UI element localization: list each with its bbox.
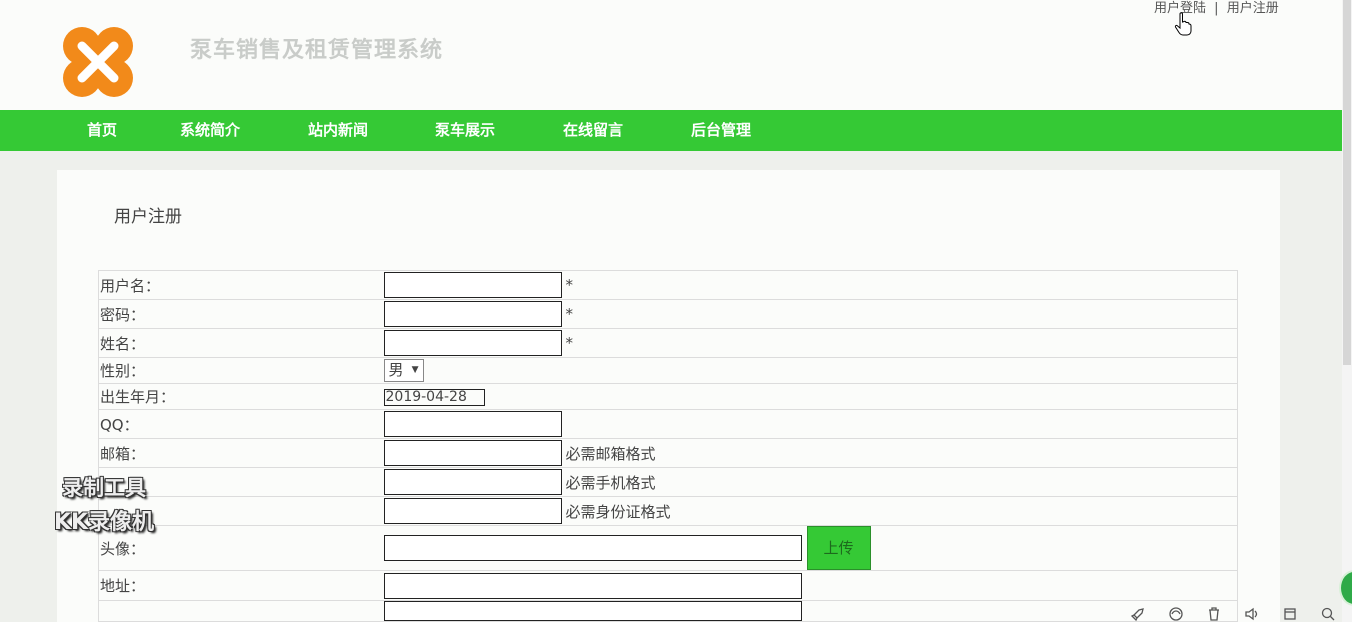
required-mark: * (565, 276, 574, 294)
nav-admin[interactable]: 后台管理 (691, 110, 751, 151)
partial-input[interactable] (383, 601, 802, 621)
form-row-avatar: 头像： 上传 (98, 525, 1238, 571)
nav-pump-truck-showcase[interactable]: 泵车展示 (435, 110, 495, 151)
form-row-phone: 必需手机格式 (98, 467, 1238, 497)
nav-online-message[interactable]: 在线留言 (563, 110, 623, 151)
form-row-email: 邮箱： 必需邮箱格式 (98, 438, 1238, 468)
search-icon[interactable] (1320, 606, 1336, 622)
birth-label: 出生年月： (98, 383, 384, 410)
name-input[interactable] (383, 330, 562, 356)
main-nav: 首页 系统简介 站内新闻 泵车展示 在线留言 后台管理 (0, 110, 1342, 151)
nav-home[interactable]: 首页 (87, 110, 117, 151)
recorder-toolbar (1120, 604, 1340, 622)
top-links: 用户登陆 | 用户注册 (1154, 0, 1279, 16)
registration-form: 用户名： * 密码： * 姓名： * 性别： 男 ▼ 出生年月： 2019-04-… (98, 270, 1238, 622)
site-header: 泵车销售及租赁管理系统 (0, 0, 1342, 110)
gender-label: 性别： (98, 357, 384, 384)
form-row-address: 地址： (98, 570, 1238, 601)
window-icon[interactable] (1282, 606, 1298, 622)
watermark-line2: KK录像机 (53, 510, 155, 535)
dropdown-arrow-icon: ▼ (411, 365, 419, 375)
trash-icon[interactable] (1206, 606, 1222, 622)
partial-label (98, 600, 384, 622)
link-separator: | (1214, 1, 1219, 16)
form-row-birth: 出生年月： 2019-04-28 (98, 383, 1238, 410)
form-row-username: 用户名： * (98, 270, 1238, 300)
password-label: 密码： (98, 299, 384, 329)
nav-system-intro[interactable]: 系统简介 (180, 110, 240, 151)
scrollbar-thumb[interactable] (1343, 0, 1351, 365)
form-row-password: 密码： * (98, 299, 1238, 329)
site-logo (63, 27, 133, 97)
form-row-qq: QQ： (98, 409, 1238, 439)
birth-date-input[interactable]: 2019-04-28 (383, 388, 485, 406)
avatar-input[interactable] (383, 535, 802, 561)
form-row-gender: 性别： 男 ▼ (98, 357, 1238, 384)
form-row-idcard: 必需身份证格式 (98, 496, 1238, 526)
register-link[interactable]: 用户注册 (1227, 1, 1279, 16)
watermark-line1: 录制工具 (62, 476, 146, 500)
nav-site-news[interactable]: 站内新闻 (308, 110, 368, 151)
form-row-name: 姓名： * (98, 328, 1238, 358)
required-mark: * (565, 305, 574, 323)
volume-icon[interactable] (1244, 606, 1260, 622)
password-input[interactable] (383, 301, 562, 327)
idcard-input[interactable] (383, 498, 562, 524)
phone-input[interactable] (383, 469, 562, 495)
address-input[interactable] (383, 572, 802, 599)
site-title: 泵车销售及租赁管理系统 (190, 37, 444, 63)
name-label: 姓名： (98, 328, 384, 358)
username-input[interactable] (383, 272, 562, 298)
gender-selected-value: 男 (388, 361, 404, 379)
email-input[interactable] (383, 440, 562, 466)
required-mark: * (565, 334, 574, 352)
upload-button[interactable]: 上传 (806, 526, 871, 570)
recorder-watermark: 录制工具 KK录像机 (34, 472, 174, 536)
address-label: 地址： (98, 570, 384, 601)
browser-icon[interactable] (1168, 606, 1184, 622)
username-label: 用户名： (98, 270, 384, 300)
idcard-hint: 必需身份证格式 (565, 502, 671, 521)
qq-label: QQ： (98, 409, 384, 439)
floating-badge-icon[interactable] (1339, 570, 1352, 606)
hand-cursor-icon (1174, 12, 1192, 36)
email-label: 邮箱： (98, 438, 384, 468)
qq-input[interactable] (383, 411, 562, 437)
gender-select[interactable]: 男 ▼ (383, 359, 424, 382)
phone-hint: 必需手机格式 (565, 473, 656, 492)
form-row-partial (98, 600, 1238, 622)
rocket-icon[interactable] (1130, 606, 1146, 622)
page-title: 用户注册 (114, 207, 182, 227)
email-hint: 必需邮箱格式 (565, 444, 656, 463)
